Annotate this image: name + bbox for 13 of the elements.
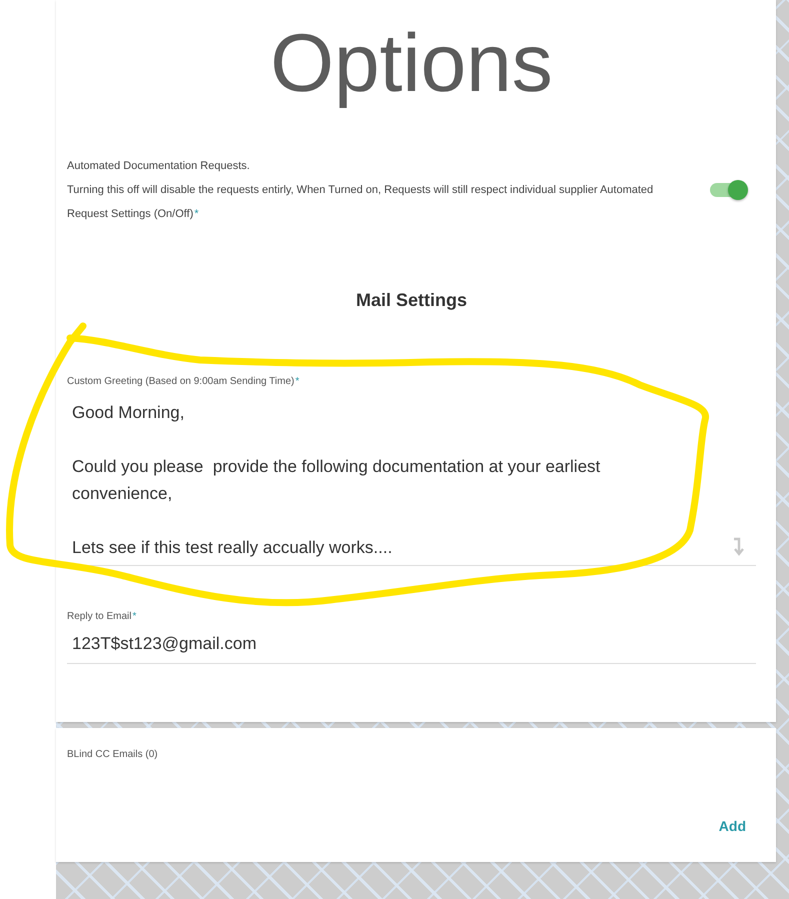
setting-description: Turning this off will disable the requests entirly, When Turned on, Requests will still respect individual supplier Automated Request Settings (On/Off)* [67, 183, 654, 222]
required-mark: * [132, 611, 136, 622]
section-heading: Mail Settings [354, 290, 468, 311]
page-title: Options [269, 17, 554, 111]
resize-handle-icon[interactable] [732, 537, 744, 557]
bcc-label: BLind CC Emails (0) [67, 748, 159, 762]
field-label: Custom Greeting (Based on 9:00am Sending Time) [67, 376, 294, 387]
email-field[interactable]: 123T$st123@gmail.com [67, 624, 756, 664]
required-mark: * [295, 376, 300, 387]
field-label: Reply to Email [67, 611, 132, 622]
greeting-textarea[interactable]: Good Morning, Could you please provide the following documentation at your earliest convenience, Lets see if this test really accually works.... [67, 391, 756, 566]
toggle-switch[interactable] [710, 183, 746, 197]
setting-heading: Automated Documentation Requests. [67, 159, 251, 174]
